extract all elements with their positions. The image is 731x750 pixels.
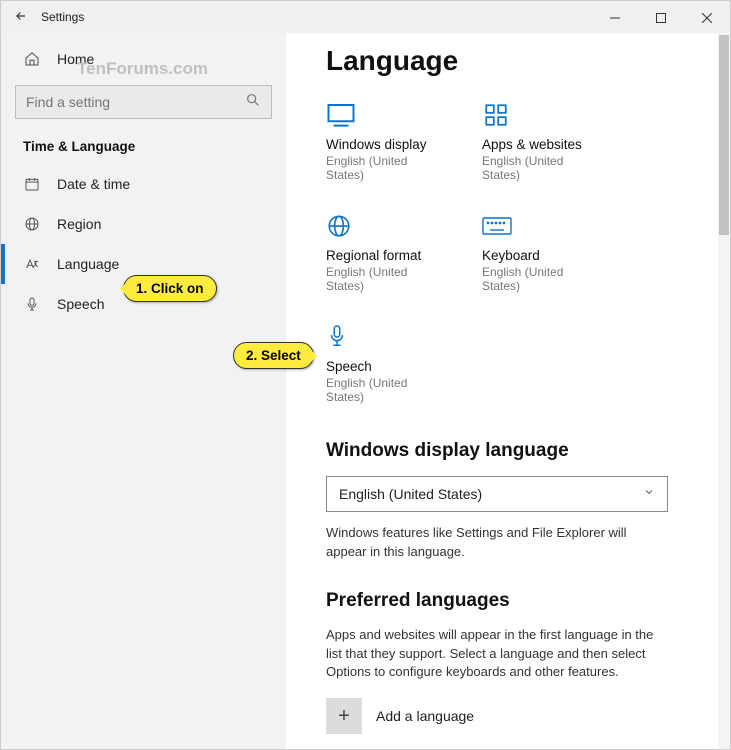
tile-name: Apps & websites bbox=[482, 137, 592, 152]
keyboard-icon bbox=[482, 212, 516, 240]
language-icon bbox=[23, 256, 41, 272]
display-language-heading: Windows display language bbox=[326, 440, 686, 462]
tile-sub: English (United States) bbox=[326, 154, 436, 182]
sidebar-section-heading: Time & Language bbox=[1, 133, 286, 164]
sidebar-item-label: Date & time bbox=[57, 176, 130, 192]
language-tiles: Windows display English (United States) … bbox=[326, 101, 686, 404]
preferred-languages-heading: Preferred languages bbox=[326, 590, 686, 612]
language-glyph-icon: 字 bbox=[326, 748, 362, 749]
page-title: Language bbox=[326, 45, 686, 77]
display-language-dropdown[interactable]: English (United States) bbox=[326, 476, 668, 512]
tile-sub: English (United States) bbox=[482, 265, 592, 293]
calendar-icon bbox=[23, 176, 41, 192]
mic-icon bbox=[23, 296, 41, 312]
add-language-label: Add a language bbox=[376, 708, 474, 724]
tile-name: Keyboard bbox=[482, 248, 592, 263]
minimize-button[interactable] bbox=[592, 1, 638, 33]
watermark: TenForums.com bbox=[77, 59, 208, 79]
sidebar-item-region[interactable]: Region bbox=[1, 204, 286, 244]
close-button[interactable] bbox=[684, 1, 730, 33]
language-item-en-us[interactable]: 字 English (United States) bbox=[326, 748, 686, 749]
scrollbar[interactable] bbox=[718, 33, 730, 749]
tile-name: Regional format bbox=[326, 248, 436, 263]
sidebar-item-label: Region bbox=[57, 216, 101, 232]
sidebar-item-label: Language bbox=[57, 256, 119, 272]
search-icon bbox=[245, 92, 261, 113]
sidebar-item-date-time[interactable]: Date & time bbox=[1, 164, 286, 204]
scrollbar-thumb[interactable] bbox=[719, 35, 729, 235]
plus-icon: + bbox=[326, 698, 362, 734]
callout-1: 1. Click on bbox=[123, 275, 217, 302]
dropdown-value: English (United States) bbox=[339, 486, 643, 502]
tile-name: Windows display bbox=[326, 137, 436, 152]
tile-sub: English (United States) bbox=[482, 154, 592, 182]
search-input[interactable] bbox=[26, 94, 245, 110]
content: Language Windows display English (United… bbox=[286, 33, 718, 749]
tile-name: Speech bbox=[326, 359, 436, 374]
app-title: Settings bbox=[41, 10, 84, 24]
sidebar: Home Time & Language Date & time Region bbox=[1, 33, 286, 749]
titlebar: Settings bbox=[1, 1, 730, 33]
tile-speech[interactable]: Speech English (United States) bbox=[326, 323, 436, 404]
tile-sub: English (United States) bbox=[326, 376, 436, 404]
display-language-desc: Windows features like Settings and File … bbox=[326, 524, 666, 562]
globe-icon bbox=[326, 212, 360, 240]
preferred-languages-desc: Apps and websites will appear in the fir… bbox=[326, 626, 666, 683]
search-box[interactable] bbox=[15, 85, 272, 119]
back-button[interactable] bbox=[1, 9, 41, 26]
tile-keyboard[interactable]: Keyboard English (United States) bbox=[482, 212, 592, 293]
sidebar-item-label: Speech bbox=[57, 296, 104, 312]
add-language-button[interactable]: + Add a language bbox=[326, 698, 686, 734]
globe-icon bbox=[23, 216, 41, 232]
chevron-down-icon bbox=[643, 485, 655, 503]
apps-icon bbox=[482, 101, 516, 129]
tile-apps-websites[interactable]: Apps & websites English (United States) bbox=[482, 101, 592, 182]
mic-icon bbox=[326, 323, 360, 351]
callout-2: 2. Select bbox=[233, 342, 314, 369]
maximize-button[interactable] bbox=[638, 1, 684, 33]
home-icon bbox=[23, 51, 41, 67]
monitor-icon bbox=[326, 101, 360, 129]
tile-windows-display[interactable]: Windows display English (United States) bbox=[326, 101, 436, 182]
tile-sub: English (United States) bbox=[326, 265, 436, 293]
tile-regional-format[interactable]: Regional format English (United States) bbox=[326, 212, 436, 293]
